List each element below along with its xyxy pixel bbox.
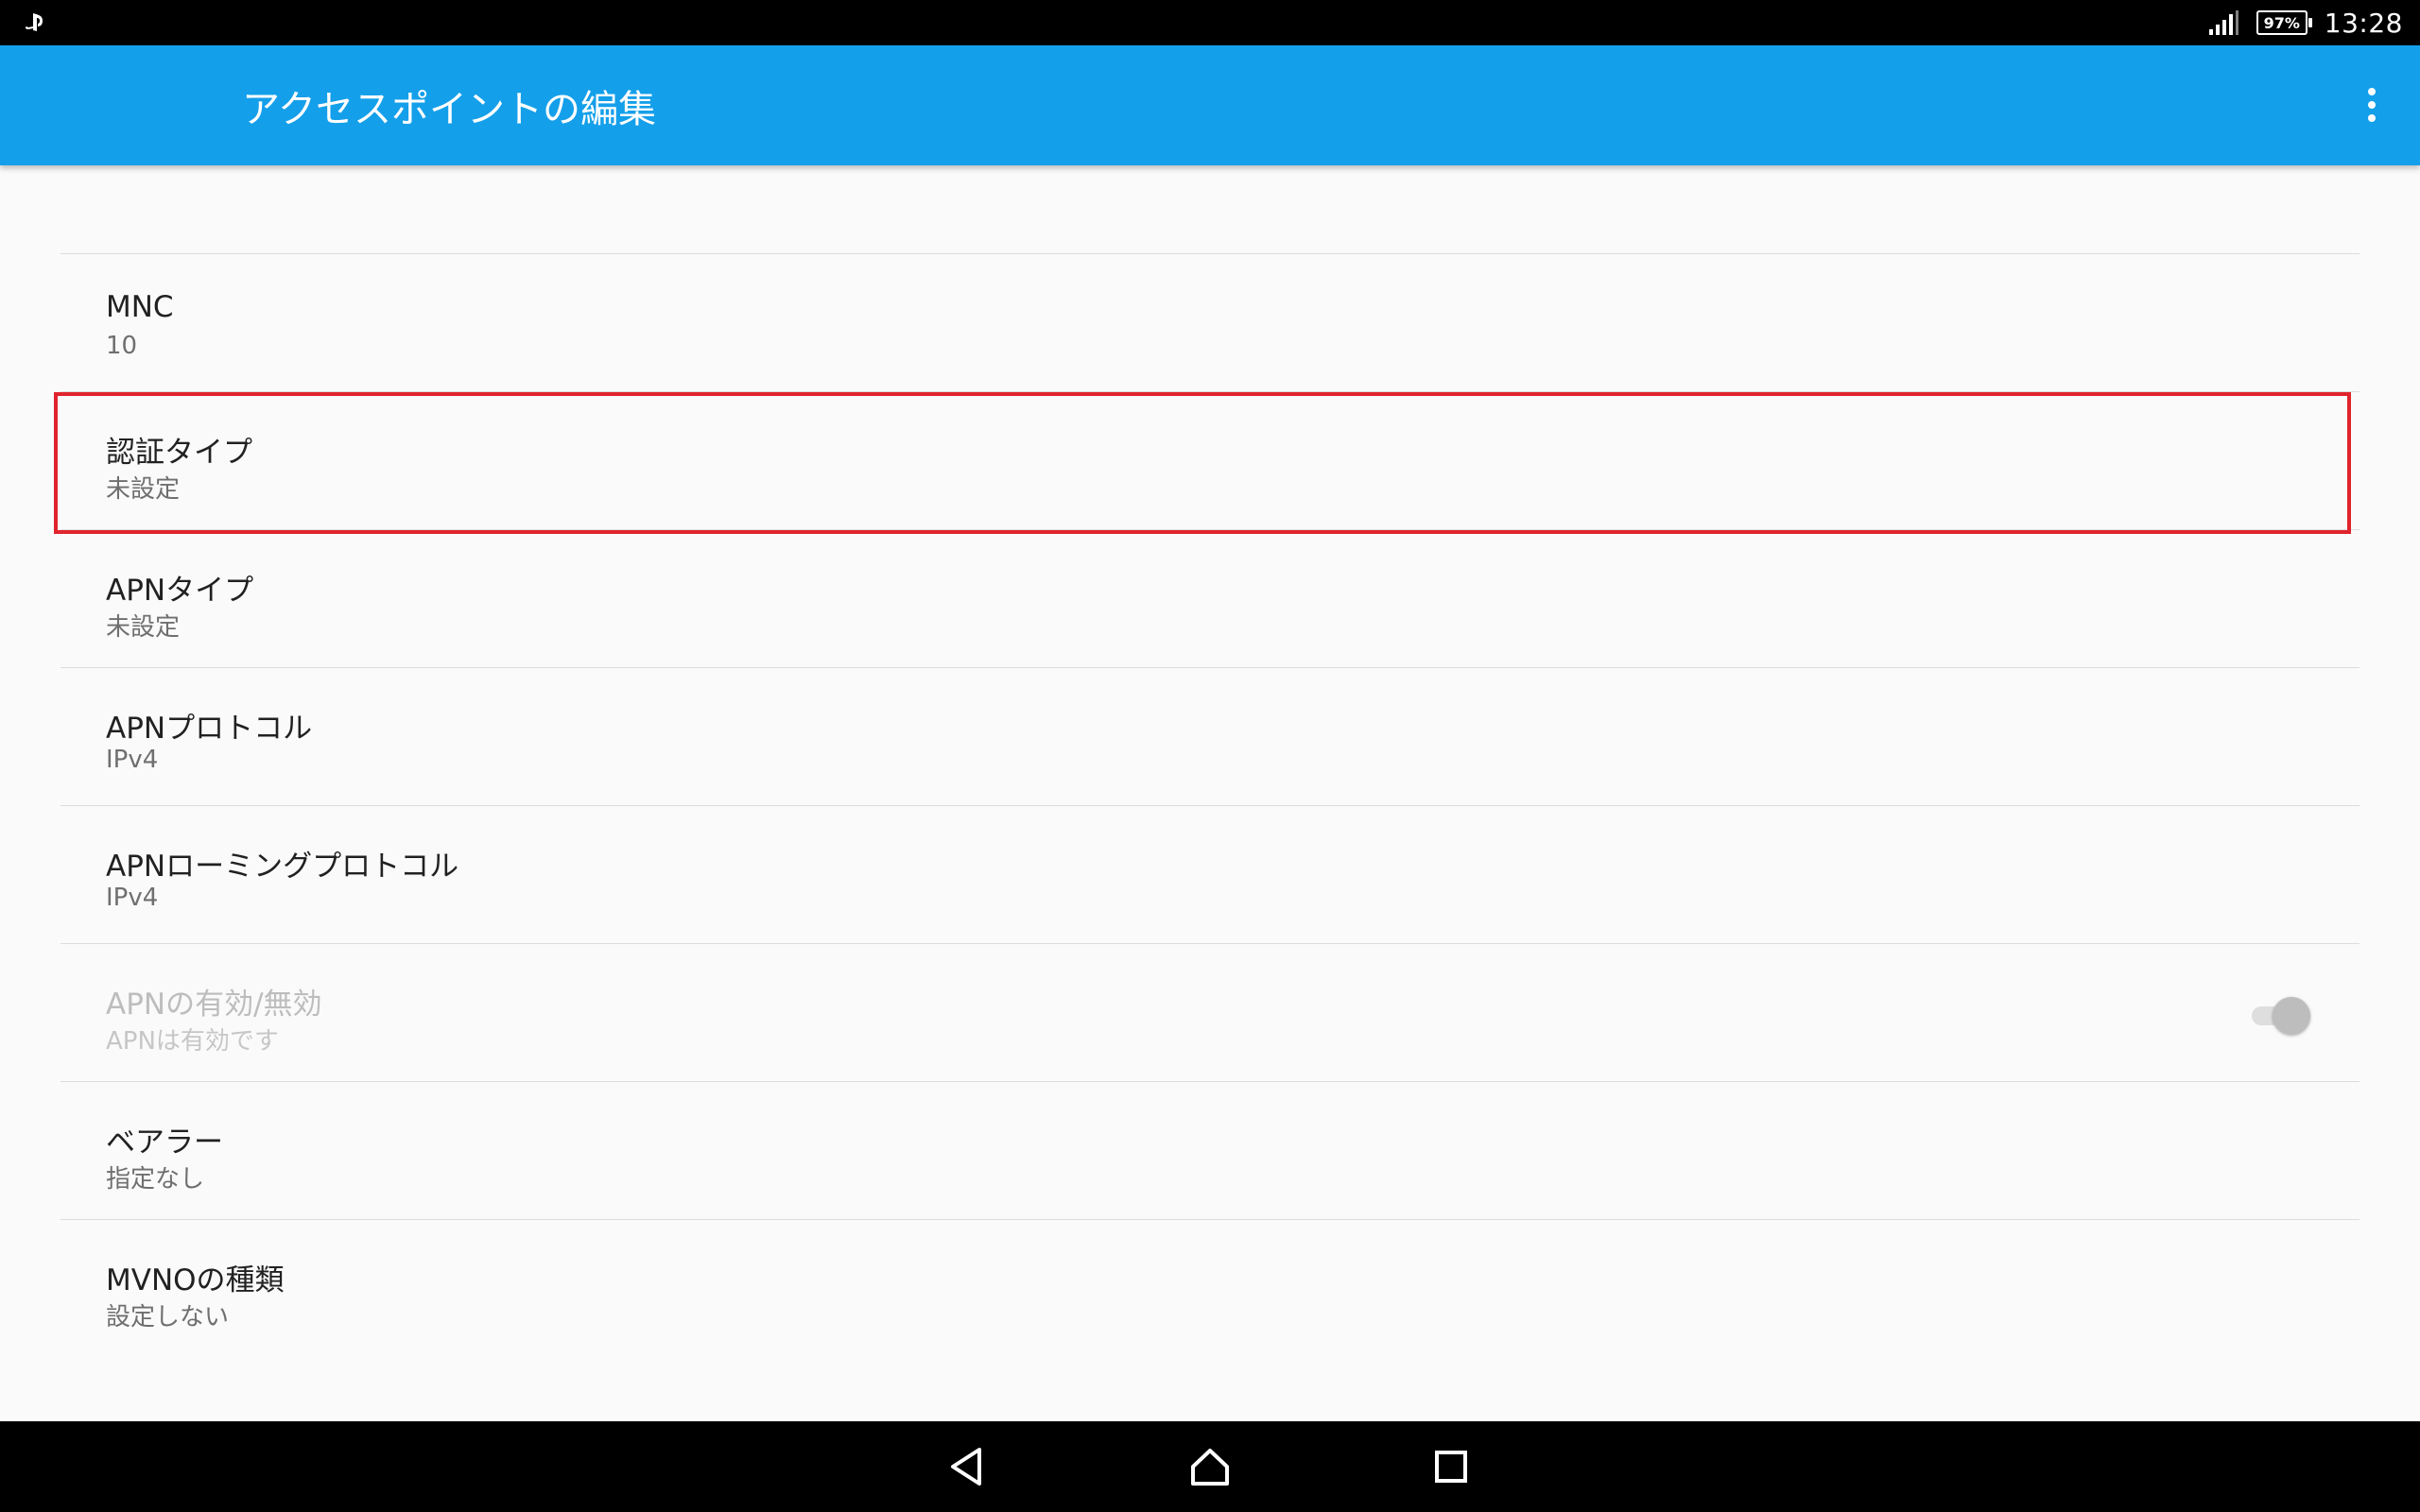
- app-bar: アクセスポイントの編集: [0, 45, 2420, 165]
- nav-bar: [0, 1421, 2420, 1512]
- setting-value: IPv4: [106, 884, 159, 912]
- settings-list: MNC 10 認証タイプ 未設定 APNタイプ 未設定 APNプロトコル IPv…: [60, 254, 2360, 1358]
- setting-mvno-type[interactable]: MVNOの種類 設定しない: [60, 1220, 2360, 1358]
- setting-value: 未設定: [106, 613, 181, 642]
- setting-apn-type[interactable]: APNタイプ 未設定: [60, 530, 2360, 668]
- setting-apn-protocol[interactable]: APNプロトコル IPv4: [60, 668, 2360, 806]
- more-vert-icon[interactable]: [2348, 81, 2395, 129]
- setting-mnc[interactable]: MNC 10: [60, 254, 2360, 392]
- recents-icon[interactable]: [1423, 1438, 1479, 1495]
- setting-bearer[interactable]: ベアラー 指定なし: [60, 1082, 2360, 1220]
- setting-label: APNプロトコル: [106, 712, 313, 746]
- setting-label: APNローミングプロトコル: [106, 850, 459, 884]
- setting-label: MNC: [106, 290, 174, 324]
- setting-value: 指定なし: [106, 1165, 205, 1194]
- setting-apn-enable: APNの有効/無効 APNは有効です: [60, 944, 2360, 1082]
- setting-value: IPv4: [106, 746, 159, 774]
- setting-label: 認証タイプ: [106, 436, 252, 470]
- status-bar: 97% 13:28: [0, 0, 2420, 45]
- back-icon[interactable]: [940, 1438, 996, 1495]
- setting-apn-roaming-protocol[interactable]: APNローミングプロトコル IPv4: [60, 806, 2360, 944]
- home-icon[interactable]: [1182, 1438, 1238, 1495]
- battery-icon: 97%: [2256, 10, 2312, 35]
- clock: 13:28: [2324, 7, 2403, 39]
- signal-icon: [2208, 10, 2238, 35]
- battery-percent: 97%: [2263, 13, 2300, 32]
- setting-value: 10: [106, 332, 138, 360]
- setting-label: ベアラー: [106, 1125, 223, 1160]
- setting-auth-type[interactable]: 認証タイプ 未設定: [60, 392, 2360, 530]
- setting-value: 未設定: [106, 475, 181, 504]
- setting-value: 設定しない: [106, 1303, 230, 1332]
- setting-value: APNは有効です: [106, 1027, 279, 1056]
- page-title: アクセスポイントの編集: [242, 87, 656, 131]
- apn-enable-toggle: [2248, 995, 2310, 1035]
- setting-label: APNの有効/無効: [106, 988, 322, 1022]
- setting-label: APNタイプ: [106, 574, 254, 608]
- setting-label: MVNOの種類: [106, 1263, 285, 1297]
- playstation-icon: [25, 13, 43, 31]
